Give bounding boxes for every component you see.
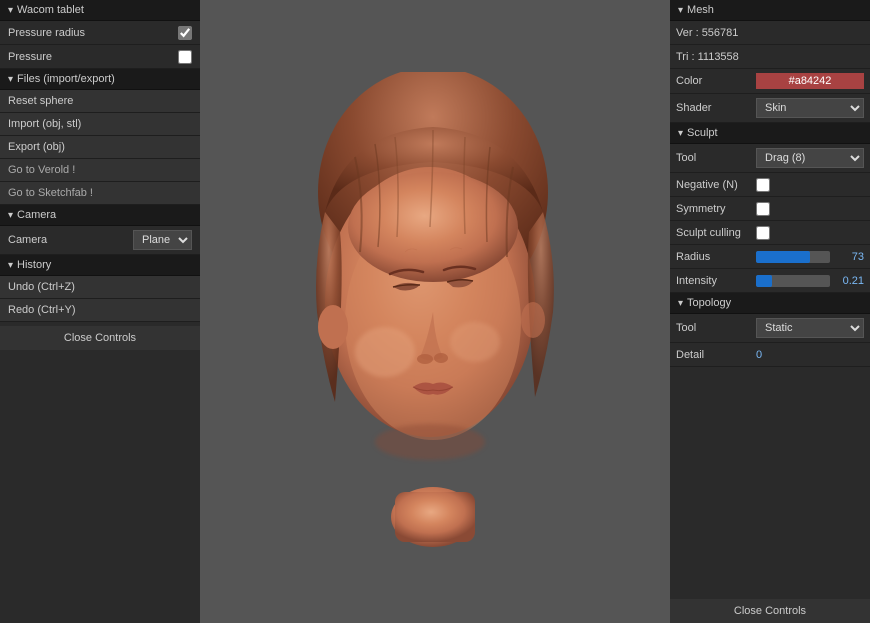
negative-row: Negative (N) xyxy=(670,173,870,197)
color-label: Color xyxy=(676,75,756,87)
right-close-controls-button[interactable]: Close Controls xyxy=(670,599,870,623)
sculpt-section-header[interactable]: Sculpt xyxy=(670,123,870,144)
radius-slider-fill xyxy=(756,251,810,263)
intensity-slider-fill xyxy=(756,275,772,287)
intensity-slider-container[interactable]: 0.21 xyxy=(756,275,864,287)
camera-row: Camera Plane Orbit Free xyxy=(0,226,200,255)
symmetry-checkbox[interactable] xyxy=(756,202,770,216)
radius-value: 73 xyxy=(834,251,864,263)
ver-label: Ver : 556781 xyxy=(676,27,756,39)
mesh-section-header[interactable]: Mesh xyxy=(670,0,870,21)
intensity-value: 0.21 xyxy=(834,275,864,287)
files-section-label: Files (import/export) xyxy=(17,73,115,85)
tool-select[interactable]: Drag (8) Brush Flatten Pinch Inflate xyxy=(756,148,864,168)
sculpt-section-label: Sculpt xyxy=(687,127,718,139)
radius-slider-container[interactable]: 73 xyxy=(756,251,864,263)
camera-section-label: Camera xyxy=(17,209,56,221)
camera-label: Camera xyxy=(8,234,133,246)
detail-value: 0 xyxy=(756,349,762,361)
right-panel: Mesh Ver : 556781 Tri : 1113558 Color #a… xyxy=(670,0,870,623)
detail-row: Detail 0 xyxy=(670,343,870,367)
radius-slider-bg[interactable] xyxy=(756,251,830,263)
sculpt-culling-label: Sculpt culling xyxy=(676,227,756,239)
tri-row: Tri : 1113558 xyxy=(670,45,870,69)
redo-button[interactable]: Redo (Ctrl+Y) xyxy=(0,299,200,322)
pressure-radius-row: Pressure radius xyxy=(0,21,200,45)
radius-label: Radius xyxy=(676,251,756,263)
sculpt-culling-row: Sculpt culling xyxy=(670,221,870,245)
symmetry-label: Symmetry xyxy=(676,203,756,215)
wacom-section-label: Wacom tablet xyxy=(17,4,84,16)
go-sketchfab-button[interactable]: Go to Sketchfab ! xyxy=(0,182,200,205)
files-section-header[interactable]: Files (import/export) xyxy=(0,69,200,90)
pressure-row: Pressure xyxy=(0,45,200,69)
negative-checkbox[interactable] xyxy=(756,178,770,192)
pressure-radius-checkbox[interactable] xyxy=(178,26,192,40)
radius-row: Radius 73 xyxy=(670,245,870,269)
intensity-row: Intensity 0.21 xyxy=(670,269,870,293)
viewport[interactable] xyxy=(200,0,670,623)
shader-label: Shader xyxy=(676,102,756,114)
color-row: Color #a84242 xyxy=(670,69,870,94)
history-section-header[interactable]: History xyxy=(0,255,200,276)
detail-label: Detail xyxy=(676,349,756,361)
left-panel: Wacom tablet Pressure radius Pressure Fi… xyxy=(0,0,200,623)
intensity-slider-bg[interactable] xyxy=(756,275,830,287)
color-value[interactable]: #a84242 xyxy=(756,73,864,89)
shader-select[interactable]: Skin Clay Matcap xyxy=(756,98,864,118)
pressure-radius-label: Pressure radius xyxy=(8,27,178,39)
camera-select[interactable]: Plane Orbit Free xyxy=(133,230,192,250)
camera-section-header[interactable]: Camera xyxy=(0,205,200,226)
topo-tool-row: Tool Static Dynamic Decimation xyxy=(670,314,870,343)
mesh-section-label: Mesh xyxy=(687,4,714,16)
shader-row: Shader Skin Clay Matcap xyxy=(670,94,870,123)
ver-row: Ver : 556781 xyxy=(670,21,870,45)
symmetry-row: Symmetry xyxy=(670,197,870,221)
pressure-label: Pressure xyxy=(8,51,178,63)
topology-section-label: Topology xyxy=(687,297,731,309)
undo-button[interactable]: Undo (Ctrl+Z) xyxy=(0,276,200,299)
reset-sphere-button[interactable]: Reset sphere xyxy=(0,90,200,113)
export-button[interactable]: Export (obj) xyxy=(0,136,200,159)
tool-label: Tool xyxy=(676,152,756,164)
head-model xyxy=(265,72,605,552)
topo-tool-select[interactable]: Static Dynamic Decimation xyxy=(756,318,864,338)
go-verold-button[interactable]: Go to Verold ! xyxy=(0,159,200,182)
topology-section-header[interactable]: Topology xyxy=(670,293,870,314)
sculpt-culling-checkbox[interactable] xyxy=(756,226,770,240)
left-close-controls-button[interactable]: Close Controls xyxy=(0,326,200,350)
tri-label: Tri : 1113558 xyxy=(676,51,756,63)
pressure-checkbox[interactable] xyxy=(178,50,192,64)
topo-tool-label: Tool xyxy=(676,322,756,334)
negative-label: Negative (N) xyxy=(676,179,756,191)
head-svg xyxy=(265,72,605,552)
wacom-section-header[interactable]: Wacom tablet xyxy=(0,0,200,21)
import-button[interactable]: Import (obj, stl) xyxy=(0,113,200,136)
history-section-label: History xyxy=(17,259,51,271)
intensity-label: Intensity xyxy=(676,275,756,287)
tool-row: Tool Drag (8) Brush Flatten Pinch Inflat… xyxy=(670,144,870,173)
